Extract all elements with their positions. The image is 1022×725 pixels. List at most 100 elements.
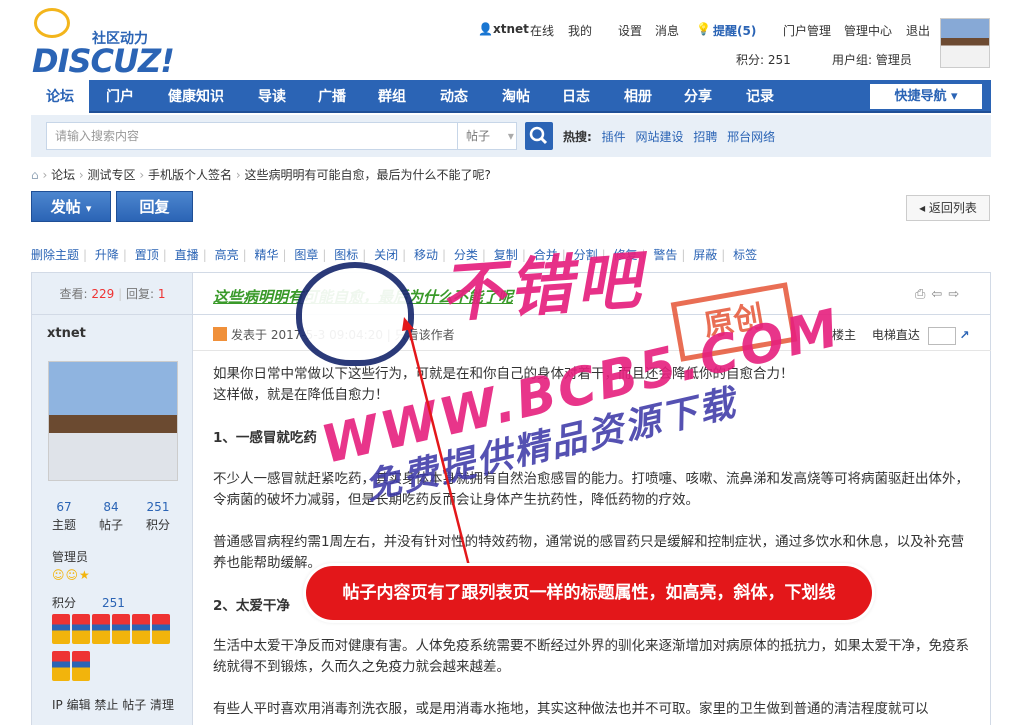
admin-ops[interactable]: IP 编辑 禁止 帖子 清理 <box>52 696 174 713</box>
search-bar: 请输入搜索内容 帖子 ▾ 热搜: 插件 网站建设 招聘 邢台网络 <box>31 115 991 157</box>
new-post-button[interactable]: 发帖 ▾ <box>31 191 111 222</box>
chevron-right-icon: › <box>139 168 149 182</box>
mod-move[interactable]: 移动 <box>414 248 438 262</box>
search-button[interactable] <box>525 122 553 150</box>
breadcrumb-item[interactable]: 论坛 <box>51 168 75 182</box>
hot-keyword[interactable]: 网站建设 <box>635 130 683 144</box>
medal-icon[interactable] <box>132 614 150 644</box>
top-credit[interactable]: 积分: 251 <box>736 51 791 68</box>
jump-label: 电梯直达 <box>871 328 920 342</box>
watermark-face-icon <box>296 262 414 366</box>
arrow-right-icon[interactable]: ⇨ <box>948 287 965 302</box>
hot-search: 热搜: 插件 网站建设 招聘 邢台网络 <box>563 128 775 145</box>
top-usergroup[interactable]: 用户组: 管理员 <box>832 51 912 68</box>
annotation-callout: 帖子内容页有了跟列表页一样的标题属性，如高亮，斜体，下划线 <box>306 566 872 620</box>
medal-icon[interactable] <box>92 614 110 644</box>
thread-tools: ⎙⇦⇨ <box>915 287 965 302</box>
nav-collection[interactable]: 淘帖 <box>487 80 545 113</box>
mod-delete[interactable]: 删除主题 <box>31 248 79 262</box>
nav-share[interactable]: 分享 <box>669 80 727 113</box>
mod-digest[interactable]: 精华 <box>254 248 278 262</box>
top-avatar[interactable] <box>940 18 990 68</box>
logo[interactable]: DISCUZ! <box>32 42 175 80</box>
search-input[interactable]: 请输入搜索内容 <box>46 122 458 150</box>
medal-icon[interactable] <box>152 614 170 644</box>
hot-label: 热搜: <box>563 130 592 144</box>
jump-arrow-icon[interactable]: ↗ <box>960 328 970 342</box>
medal-icon[interactable] <box>52 614 70 644</box>
chevron-left-icon: ◂ <box>919 201 926 215</box>
mod-stamp[interactable]: 图章 <box>294 248 318 262</box>
link-logout[interactable]: 退出 <box>906 22 930 39</box>
mod-bump[interactable]: 升降 <box>95 248 119 262</box>
nav-group[interactable]: 群组 <box>363 80 421 113</box>
medal-icon[interactable] <box>112 614 130 644</box>
mod-tag[interactable]: 标签 <box>733 248 757 262</box>
link-admin-center[interactable]: 管理中心 <box>844 22 892 39</box>
mod-close[interactable]: 关闭 <box>374 248 398 262</box>
mod-sticky[interactable]: 置顶 <box>135 248 159 262</box>
nav-portal[interactable]: 门户 <box>91 80 149 113</box>
annotation-arrow-icon <box>402 317 472 571</box>
breadcrumb-item[interactable]: 测试专区 <box>88 168 136 182</box>
search-icon <box>529 126 548 145</box>
credit-value: 251 <box>102 596 125 610</box>
medal-icon[interactable] <box>72 614 90 644</box>
chevron-down-icon: ▾ <box>85 202 92 215</box>
top-username[interactable]: xtnet <box>493 22 529 36</box>
stat-credits[interactable]: 251 积分 <box>138 498 178 534</box>
mod-ban[interactable]: 屏蔽 <box>693 248 717 262</box>
link-portal-admin[interactable]: 门户管理 <box>783 22 831 39</box>
quick-nav-label: 快捷导航 <box>894 89 947 104</box>
search-type-select[interactable]: 帖子 ▾ <box>457 122 517 150</box>
mod-highlight[interactable]: 高亮 <box>215 248 239 262</box>
hot-keyword[interactable]: 邢台网络 <box>727 130 775 144</box>
nav-blog[interactable]: 日志 <box>547 80 605 113</box>
hot-keyword[interactable]: 招聘 <box>693 130 717 144</box>
chevron-down-icon: ▾ <box>507 129 514 143</box>
nav-feed[interactable]: 动态 <box>425 80 483 113</box>
credit-label: 积分 <box>52 596 77 610</box>
nav-health[interactable]: 健康知识 <box>151 80 241 113</box>
nav-record[interactable]: 记录 <box>731 80 789 113</box>
medal-icon[interactable] <box>72 651 90 681</box>
nav-broadcast[interactable]: 广播 <box>303 80 361 113</box>
nav-guide[interactable]: 导读 <box>243 80 301 113</box>
stat-threads[interactable]: 67 主题 <box>44 498 84 534</box>
author-name[interactable]: xtnet <box>47 326 86 341</box>
link-settings[interactable]: 设置 <box>618 22 642 39</box>
author-avatar[interactable] <box>48 361 178 481</box>
mod-warn[interactable]: 警告 <box>653 248 677 262</box>
chevron-down-icon: ▾ <box>951 89 958 104</box>
nav-album[interactable]: 相册 <box>609 80 667 113</box>
back-to-list-button[interactable]: ◂ 返回列表 <box>906 195 990 221</box>
online-status: 在线 <box>530 24 555 38</box>
main-nav: 论坛 门户 健康知识 导读 广播 群组 动态 淘帖 日志 相册 分享 记录 快捷… <box>31 80 991 113</box>
link-remind[interactable]: 提醒(5) <box>713 22 756 39</box>
logo-bubble-icon <box>34 8 70 38</box>
mod-live[interactable]: 直播 <box>175 248 199 262</box>
medal-icon[interactable] <box>52 651 70 681</box>
new-post-label: 发帖 <box>50 198 81 216</box>
post-icon <box>213 327 227 341</box>
reply-button[interactable]: 回复 <box>116 191 193 222</box>
link-mine[interactable]: 我的 <box>568 22 592 39</box>
author-group[interactable]: 管理员 <box>52 548 88 565</box>
stat-posts[interactable]: 84 帖子 <box>91 498 131 534</box>
search-type-label: 帖子 <box>466 129 491 143</box>
mod-icon[interactable]: 图标 <box>334 248 358 262</box>
link-messages[interactable]: 消息 <box>655 22 679 39</box>
quick-nav-button[interactable]: 快捷导航 ▾ <box>870 84 982 109</box>
print-icon[interactable]: ⎙ <box>915 287 931 302</box>
replies-label: 回复: <box>125 287 155 301</box>
floor-jump-input[interactable] <box>927 326 956 345</box>
breadcrumb-item[interactable]: 手机版个人签名 <box>148 168 232 182</box>
home-icon[interactable]: ⌂ <box>31 168 39 182</box>
stat-num: 84 <box>103 500 119 514</box>
breadcrumb-item[interactable]: 这些病明明有可能自愈，最后为什么不能了呢? <box>244 168 490 182</box>
nav-forum[interactable]: 论坛 <box>31 80 89 113</box>
arrow-left-icon[interactable]: ⇦ <box>931 287 948 302</box>
rank-stars-icon: ☺☺★ <box>52 568 91 582</box>
medals <box>52 614 178 688</box>
hot-keyword[interactable]: 插件 <box>602 130 626 144</box>
